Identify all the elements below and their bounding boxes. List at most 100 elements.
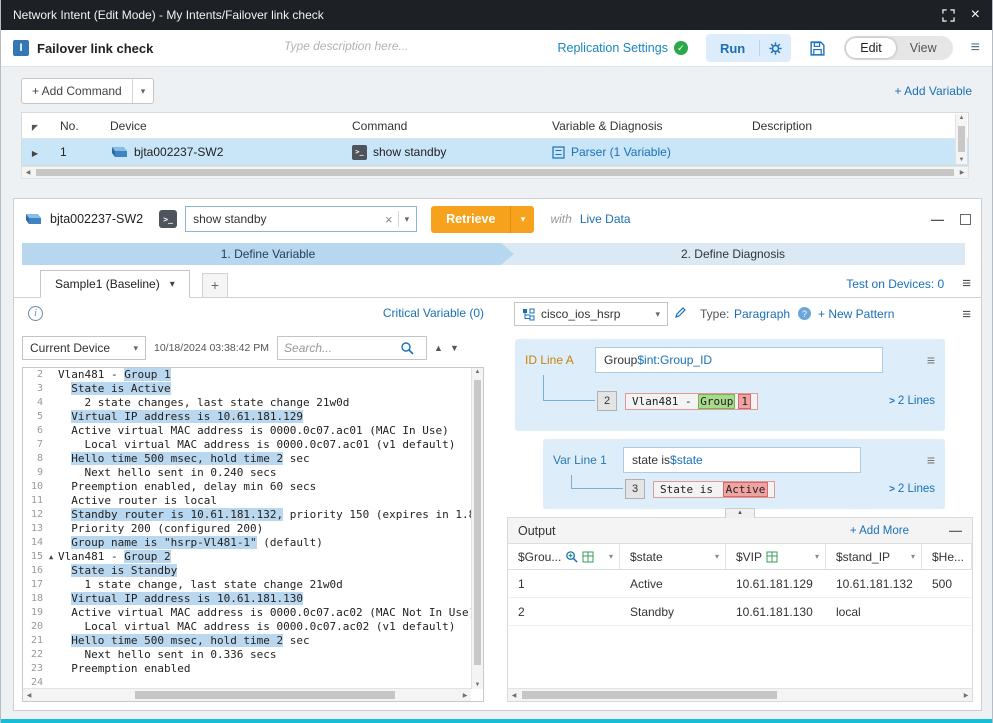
chevron-down-icon[interactable]: ▾	[815, 552, 819, 561]
chevron-down-icon[interactable]: ▾	[133, 343, 138, 354]
collapse-output-icon[interactable]: ▲	[725, 508, 755, 518]
id-line-input[interactable]: Group $int:Group_ID	[595, 347, 883, 373]
match-line-number: 2	[597, 391, 617, 411]
table-icon[interactable]	[582, 551, 594, 563]
output-col-stand-ip[interactable]: $stand_IP ▾	[826, 544, 922, 570]
save-icon[interactable]	[809, 40, 826, 57]
var-line-input[interactable]: state is $state	[623, 447, 861, 473]
line-text: Active router is local	[58, 494, 217, 508]
scroll-left-icon[interactable]: ◀	[23, 689, 35, 701]
clear-icon[interactable]: ×	[380, 212, 398, 227]
output-col-vip[interactable]: $VIP ▾	[726, 544, 826, 570]
critical-variable-link[interactable]: Critical Variable (0)	[22, 306, 484, 320]
add-command-button[interactable]: + Add Command ▾	[21, 78, 154, 104]
search-icon[interactable]	[400, 341, 414, 355]
scroll-right-icon[interactable]: ▶	[960, 689, 972, 701]
scrollbar-thumb[interactable]	[36, 169, 954, 176]
step-define-diagnosis[interactable]: 2. Define Diagnosis	[501, 243, 965, 265]
chevron-down-icon[interactable]: ▾	[170, 279, 175, 290]
output-hscrollbar[interactable]: ◀ ▶	[508, 688, 972, 701]
row-variable[interactable]: Parser (1 Variable)	[571, 145, 671, 159]
add-variable-link[interactable]: + Add Variable	[894, 84, 972, 98]
chevron-down-icon[interactable]: ▾	[609, 552, 613, 561]
output-cell: Standby	[620, 598, 726, 626]
command-select[interactable]: show standby × ▾	[185, 206, 417, 232]
id-line-menu-icon[interactable]: ≡	[927, 352, 935, 368]
search-input[interactable]	[284, 341, 400, 355]
var-line-menu-icon[interactable]: ≡	[927, 452, 935, 468]
run-settings-gear-icon[interactable]	[760, 41, 791, 56]
pattern-select[interactable]: cisco_ios_hsrp ▾	[514, 302, 668, 326]
view-toggle[interactable]: View	[896, 38, 951, 58]
tab-sample1-baseline[interactable]: Sample1 (Baseline) ▾	[40, 270, 190, 298]
sample-menu-icon[interactable]: ≡	[962, 275, 971, 292]
maximize-icon[interactable]	[942, 9, 955, 22]
edit-view-toggle: Edit View	[844, 36, 952, 60]
command-table-vscrollbar[interactable]: ▲ ▼	[955, 114, 967, 164]
expand-row-icon[interactable]: ▶	[32, 149, 38, 158]
chevron-down-icon[interactable]: ▾	[911, 552, 915, 561]
scroll-left-icon[interactable]: ◀	[508, 689, 520, 701]
minimize-output-icon[interactable]: —	[949, 523, 962, 538]
command-table-hscrollbar[interactable]: ◀ ▶	[21, 166, 969, 179]
scroll-right-icon[interactable]: ▶	[956, 167, 968, 178]
close-icon[interactable]: ×	[971, 8, 980, 22]
scroll-down-icon[interactable]: ▼	[956, 157, 967, 163]
sample-hscrollbar[interactable]: ◀ ▶	[23, 688, 471, 701]
output-col-hello[interactable]: $He...	[922, 544, 972, 570]
scroll-left-icon[interactable]: ◀	[22, 167, 34, 178]
scroll-up-icon[interactable]: ▲	[956, 115, 967, 121]
retrieve-dropdown-button[interactable]: ▾	[510, 206, 534, 233]
scrollbar-thumb[interactable]	[958, 126, 965, 152]
pattern-menu-icon[interactable]: ≡	[962, 306, 971, 323]
line-text: Local virtual MAC address is 0000.0c07.a…	[58, 438, 455, 452]
scroll-down-icon[interactable]: ▼	[472, 682, 483, 688]
sample-vscrollbar[interactable]: ▲ ▼	[471, 368, 483, 689]
new-pattern-link[interactable]: + New Pattern	[818, 307, 894, 321]
type-value-link[interactable]: Paragraph	[734, 307, 790, 321]
scroll-right-icon[interactable]: ▶	[459, 689, 471, 701]
next-match-button[interactable]: ▼	[450, 343, 459, 353]
step-define-variable[interactable]: 1. Define Variable	[22, 243, 514, 265]
output-col-group-id[interactable]: $Grou... ▾	[508, 544, 620, 570]
live-data-link[interactable]: Live Data	[580, 212, 631, 226]
id-line-expand-link[interactable]: >2 Lines	[889, 395, 935, 407]
chevron-down-icon[interactable]: ▾	[655, 309, 660, 320]
chevron-down-icon[interactable]: ▾	[133, 86, 154, 97]
line-number: 7	[23, 438, 49, 452]
collapse-panel-icon[interactable]: —	[931, 212, 944, 227]
chevron-down-icon[interactable]: ▾	[715, 552, 719, 561]
retrieve-button[interactable]: Retrieve	[431, 206, 510, 233]
output-cell: local	[826, 598, 922, 626]
find-variable-icon[interactable]	[565, 550, 578, 563]
edit-pattern-icon[interactable]	[674, 306, 687, 322]
collapse-all-icon[interactable]: ◤	[32, 123, 38, 132]
intent-menu-icon[interactable]: ≡	[971, 39, 980, 57]
sample-text-editor[interactable]: 2Vlan481 - Group 13 State is Active4 2 s…	[22, 367, 484, 702]
command-row[interactable]: ▶ 1 bjta002237-SW2 >_ show standby Parse…	[22, 139, 968, 165]
prev-match-button[interactable]: ▲	[434, 343, 443, 353]
output-col-state[interactable]: $state ▾	[620, 544, 726, 570]
run-button[interactable]: Run	[706, 41, 759, 56]
scrollbar-thumb[interactable]	[522, 691, 777, 699]
description-input[interactable]	[284, 39, 494, 53]
maximize-panel-icon[interactable]	[960, 214, 971, 225]
table-icon[interactable]	[766, 551, 778, 563]
wizard-steps: 1. Define Variable 2. Define Diagnosis	[22, 243, 965, 265]
add-more-link[interactable]: + Add More	[850, 525, 909, 537]
fold-marker-icon[interactable]: ▲	[49, 550, 58, 564]
line-text: Vlan481 - Group 2	[58, 550, 171, 564]
scrollbar-thumb[interactable]	[474, 380, 481, 665]
edit-toggle[interactable]: Edit	[846, 38, 896, 58]
scroll-up-icon[interactable]: ▲	[472, 369, 483, 375]
help-icon[interactable]: ?	[798, 307, 811, 320]
add-sample-tab[interactable]: +	[202, 273, 228, 298]
chevron-down-icon[interactable]: ▾	[405, 214, 410, 225]
scrollbar-thumb[interactable]	[135, 691, 395, 699]
replication-settings-link[interactable]: Replication Settings ✓	[557, 41, 687, 55]
line-text: Standby router is 10.61.181.132, priorit…	[58, 508, 483, 522]
var-line-expand-link[interactable]: >2 Lines	[889, 483, 935, 495]
sample-source-select[interactable]: Current Device ▾	[22, 336, 146, 360]
test-on-devices-link[interactable]: Test on Devices: 0	[846, 277, 944, 291]
fold-gutter	[49, 452, 58, 466]
